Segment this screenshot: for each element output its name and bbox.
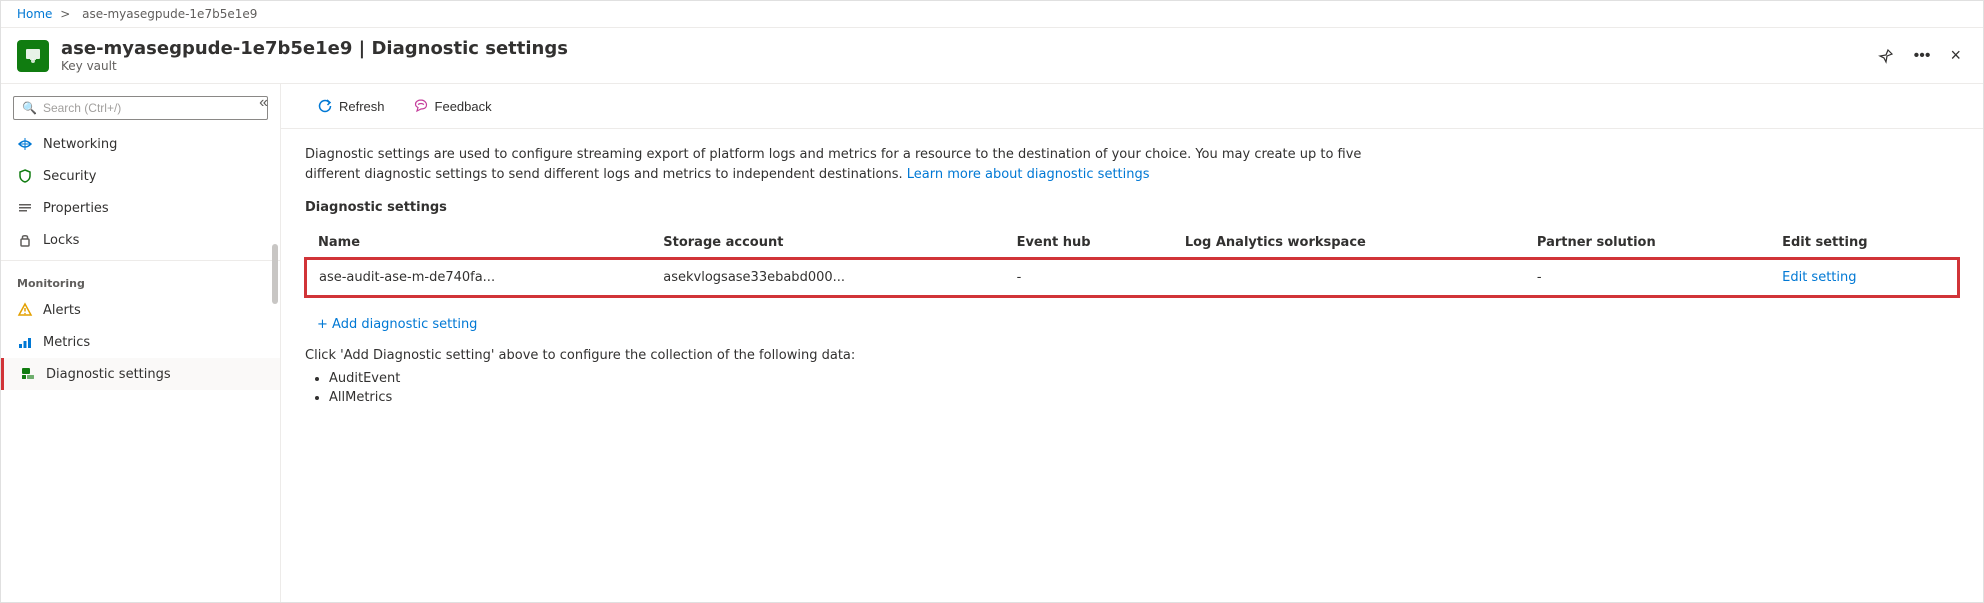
page-header: ase-myasegpude-1e7b5e1e9 | Diagnostic se… xyxy=(61,38,1872,73)
search-input[interactable] xyxy=(43,101,259,115)
sidebar-item-alerts[interactable]: Alerts xyxy=(1,294,280,326)
collection-item-metrics: AllMetrics xyxy=(329,390,1959,405)
refresh-label: Refresh xyxy=(339,99,385,114)
sidebar-item-networking-label: Networking xyxy=(43,137,117,152)
sidebar-item-diagnostic-settings-label: Diagnostic settings xyxy=(46,367,171,382)
collection-list: AuditEvent AllMetrics xyxy=(305,371,1959,405)
add-setting-label: + Add diagnostic setting xyxy=(317,317,477,332)
collection-item-audit: AuditEvent xyxy=(329,371,1959,386)
pin-button[interactable] xyxy=(1872,44,1900,68)
top-bar-actions: ••• × xyxy=(1872,41,1967,70)
description-text: Diagnostic settings are used to configur… xyxy=(305,145,1405,184)
collapse-icon: « xyxy=(259,94,268,111)
security-icon xyxy=(17,168,33,184)
toolbar: Refresh Feedback xyxy=(281,84,1983,129)
diagnostic-table: Name Storage account Event hub Log Analy… xyxy=(305,227,1959,297)
table-wrapper: Name Storage account Event hub Log Analy… xyxy=(305,227,1959,297)
diagnostic-icon xyxy=(20,366,36,382)
refresh-button[interactable]: Refresh xyxy=(305,92,397,120)
col-storage: Storage account xyxy=(651,227,1004,259)
breadcrumb-current: ase-myasegpude-1e7b5e1e9 xyxy=(82,7,257,21)
sidebar-divider xyxy=(1,260,280,261)
search-icon: 🔍 xyxy=(22,101,37,115)
close-button[interactable]: × xyxy=(1944,41,1967,70)
cell-loganalytics xyxy=(1173,259,1525,296)
sidebar-item-alerts-label: Alerts xyxy=(43,303,81,318)
search-box[interactable]: 🔍 xyxy=(13,96,268,120)
sidebar-scrollbar[interactable] xyxy=(272,244,278,304)
top-bar: ase-myasegpude-1e7b5e1e9 | Diagnostic se… xyxy=(1,28,1983,84)
sidebar-item-diagnostic-settings[interactable]: Diagnostic settings xyxy=(1,358,280,390)
properties-icon xyxy=(17,200,33,216)
locks-icon xyxy=(17,232,33,248)
cell-eventhub: - xyxy=(1005,259,1173,296)
col-partner: Partner solution xyxy=(1525,227,1770,259)
alerts-icon xyxy=(17,302,33,318)
refresh-icon xyxy=(317,98,333,114)
page-title: ase-myasegpude-1e7b5e1e9 | Diagnostic se… xyxy=(61,38,1872,59)
breadcrumb-separator: > xyxy=(60,7,70,21)
metrics-icon xyxy=(17,334,33,350)
feedback-label: Feedback xyxy=(435,99,492,114)
resource-icon xyxy=(17,40,49,72)
sidebar-collapse-button[interactable]: « xyxy=(255,92,272,114)
networking-icon xyxy=(17,136,33,152)
section-title: Diagnostic settings xyxy=(305,200,1959,215)
feedback-button[interactable]: Feedback xyxy=(401,92,504,120)
cell-name: ase-audit-ase-m-de740fa... xyxy=(306,259,651,296)
sidebar-item-networking[interactable]: Networking xyxy=(1,128,280,160)
collection-info: Click 'Add Diagnostic setting' above to … xyxy=(305,348,1959,363)
sidebar-item-properties[interactable]: Properties xyxy=(1,192,280,224)
table-header: Name Storage account Event hub Log Analy… xyxy=(306,227,1958,259)
edit-setting-link[interactable]: Edit setting xyxy=(1782,270,1856,285)
content-body: Diagnostic settings are used to configur… xyxy=(281,129,1983,425)
table-body: ase-audit-ase-m-de740fa... asekvlogsase3… xyxy=(306,259,1958,296)
sidebar-item-locks-label: Locks xyxy=(43,233,79,248)
col-edit: Edit setting xyxy=(1770,227,1958,259)
sidebar-item-locks[interactable]: Locks xyxy=(1,224,280,256)
col-eventhub: Event hub xyxy=(1005,227,1173,259)
learn-more-link[interactable]: Learn more about diagnostic settings xyxy=(907,167,1150,182)
more-button[interactable]: ••• xyxy=(1908,43,1937,69)
col-name: Name xyxy=(306,227,651,259)
more-icon: ••• xyxy=(1914,47,1931,65)
cell-edit[interactable]: Edit setting xyxy=(1770,259,1958,296)
breadcrumb: Home > ase-myasegpude-1e7b5e1e9 xyxy=(1,1,1983,28)
cell-partner: - xyxy=(1525,259,1770,296)
breadcrumb-home[interactable]: Home xyxy=(17,7,52,21)
close-icon: × xyxy=(1950,45,1961,66)
sidebar-item-metrics[interactable]: Metrics xyxy=(1,326,280,358)
sidebar: « 🔍 Networking xyxy=(1,84,281,602)
sidebar-item-security-label: Security xyxy=(43,169,96,184)
content-area: Refresh Feedback Diagnostic settings are… xyxy=(281,84,1983,602)
table-row: ase-audit-ase-m-de740fa... asekvlogsase3… xyxy=(306,259,1958,296)
page-subtitle: Key vault xyxy=(61,59,1872,73)
monitoring-section-header: Monitoring xyxy=(1,265,280,294)
cell-storage: asekvlogsase33ebabd000... xyxy=(651,259,1004,296)
sidebar-item-security[interactable]: Security xyxy=(1,160,280,192)
add-diagnostic-setting-link[interactable]: + Add diagnostic setting xyxy=(317,317,477,332)
sidebar-item-metrics-label: Metrics xyxy=(43,335,90,350)
feedback-icon xyxy=(413,98,429,114)
table-header-row: Name Storage account Event hub Log Analy… xyxy=(306,227,1958,259)
sidebar-item-properties-label: Properties xyxy=(43,201,109,216)
col-loganalytics: Log Analytics workspace xyxy=(1173,227,1525,259)
